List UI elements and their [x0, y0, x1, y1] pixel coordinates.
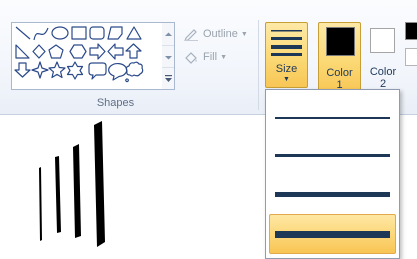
- group-separator: [258, 20, 259, 110]
- size-line-8px: [275, 231, 390, 238]
- down-arrow-shape-icon[interactable]: [14, 62, 31, 78]
- size-caret-icon: ▼: [283, 76, 290, 83]
- outline-caret-icon: ▼: [240, 30, 248, 38]
- color1-label: Color: [326, 67, 353, 79]
- size-option-3px[interactable]: [269, 138, 396, 178]
- gallery-scroll-down-button[interactable]: [162, 45, 174, 68]
- color1-button[interactable]: Color 1: [318, 22, 361, 94]
- right-arrow-shape-icon[interactable]: [89, 43, 106, 60]
- size-option-1px[interactable]: [269, 98, 396, 138]
- right-triangle-shape-icon[interactable]: [15, 44, 30, 59]
- brush-stroke-1: [39, 167, 42, 241]
- chevron-down-icon: [164, 55, 172, 59]
- chevron-up-icon: [164, 32, 172, 36]
- rectangle-shape-icon[interactable]: [71, 26, 87, 40]
- brush-strokes: [39, 121, 105, 247]
- size-option-8px-selected[interactable]: [269, 214, 396, 254]
- size-option-5px[interactable]: [269, 176, 396, 216]
- outline-label: Outline: [203, 28, 238, 40]
- more-down-icon: [164, 75, 172, 82]
- six-point-star-shape-icon[interactable]: [66, 61, 84, 80]
- outline-pen-icon: [184, 29, 198, 41]
- line-size-icon: [271, 30, 302, 56]
- rounded-callout-shape-icon[interactable]: [88, 62, 107, 80]
- four-point-star-shape-icon[interactable]: [31, 61, 49, 79]
- gallery-more-button[interactable]: [162, 67, 174, 90]
- shapes-group-label: Shapes: [96, 97, 135, 109]
- size-label: Size: [275, 63, 298, 75]
- size-line-3px: [275, 154, 390, 157]
- oval-shape-icon[interactable]: [51, 26, 69, 40]
- outline-button[interactable]: Outline ▼: [183, 25, 248, 43]
- up-arrow-shape-icon[interactable]: [125, 43, 142, 59]
- line-shape-icon[interactable]: [15, 26, 31, 40]
- fill-label: Fill: [203, 51, 218, 63]
- fill-bucket-icon: [185, 52, 197, 64]
- size-dropdown: [265, 89, 400, 259]
- oval-callout-shape-icon[interactable]: [108, 62, 128, 81]
- hexagon-shape-icon[interactable]: [69, 44, 87, 59]
- size-line-5px: [275, 192, 390, 197]
- five-point-star-shape-icon[interactable]: [48, 61, 66, 79]
- polygon-shape-icon[interactable]: [107, 26, 123, 40]
- color2-button[interactable]: Color 2: [363, 22, 403, 94]
- shapes-gallery-scrollbar: [162, 22, 175, 90]
- brush-stroke-3: [73, 144, 81, 238]
- palette-swatch-white[interactable]: [405, 48, 417, 66]
- fill-button[interactable]: Fill ▼: [183, 48, 227, 66]
- brush-stroke-2: [55, 156, 61, 233]
- color2-label: Color: [369, 66, 397, 78]
- size-line-1px: [275, 117, 390, 119]
- fill-caret-icon: ▼: [220, 53, 227, 61]
- size-button[interactable]: Size ▼: [265, 22, 308, 88]
- rounded-rectangle-shape-icon[interactable]: [89, 26, 105, 40]
- color1-swatch: [326, 27, 355, 56]
- palette-swatch-black[interactable]: [405, 22, 417, 40]
- pentagon-shape-icon[interactable]: [48, 44, 64, 59]
- cloud-callout-shape-icon[interactable]: [125, 61, 144, 83]
- gallery-scroll-up-button[interactable]: [162, 23, 174, 45]
- triangle-shape-icon[interactable]: [126, 26, 142, 40]
- shapes-gallery[interactable]: [11, 22, 163, 90]
- curve-shape-icon[interactable]: [33, 27, 49, 41]
- left-arrow-shape-icon[interactable]: [107, 43, 124, 60]
- color2-swatch: [370, 28, 395, 53]
- diamond-shape-icon[interactable]: [32, 44, 46, 59]
- brush-stroke-4: [94, 121, 105, 247]
